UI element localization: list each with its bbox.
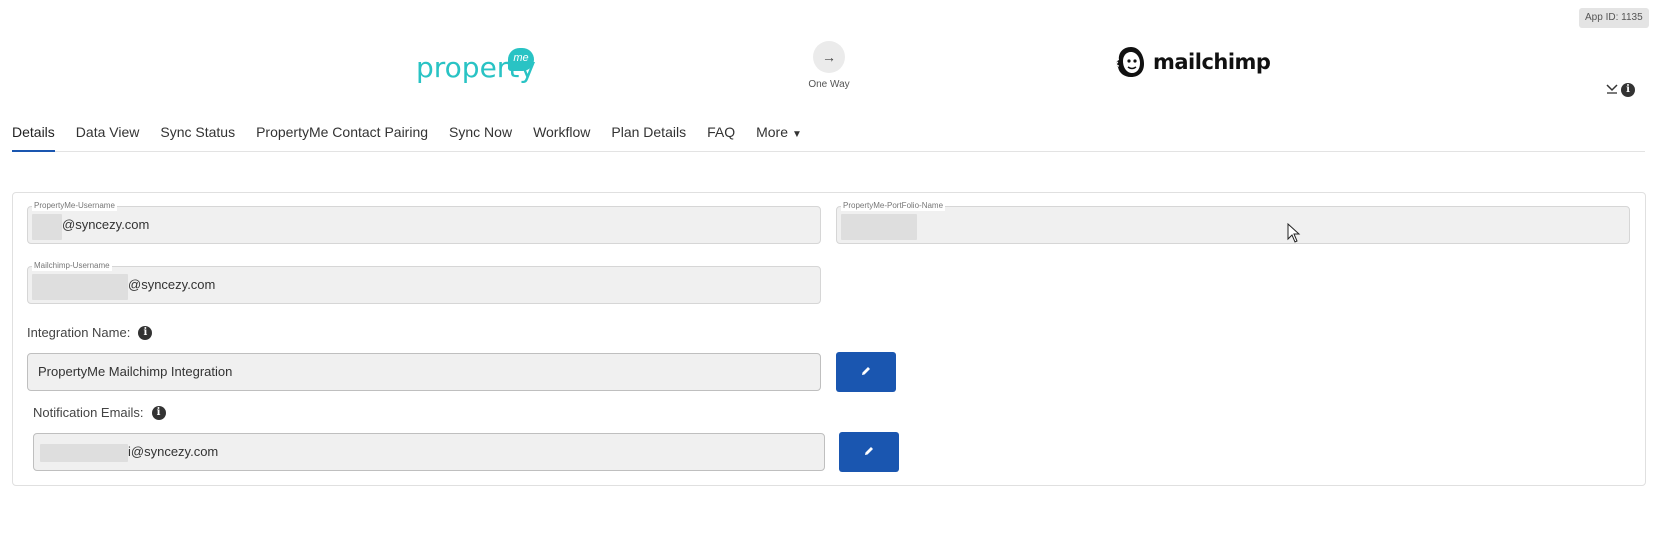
sync-direction: → One Way <box>808 41 850 90</box>
mailchimp-username-label: Mailchimp-Username <box>32 260 112 271</box>
tab-details[interactable]: Details <box>12 121 55 152</box>
pencil-icon <box>863 445 875 460</box>
mailchimp-username-field[interactable]: Mailchimp-Username @syncezy.com <box>27 260 821 304</box>
arrow-right-icon[interactable]: → <box>813 41 845 73</box>
caret-down-icon: ▼ <box>792 129 802 140</box>
propertyme-logo: property me <box>416 46 536 84</box>
notification-emails-label: Notification Emails: <box>33 405 144 420</box>
propertyme-portfolio-field[interactable]: PropertyMe-PortFolio-Name <box>836 200 1630 244</box>
propertyme-username-label: PropertyMe-Username <box>32 200 117 211</box>
info-icon[interactable]: i <box>138 325 153 340</box>
mailchimp-username-value: @syncezy.com <box>128 277 216 292</box>
tab-more[interactable]: More ▼ <box>756 121 802 152</box>
mailchimp-logo: mailchimp <box>1113 44 1271 80</box>
redacted-block <box>40 444 128 462</box>
tab-sync-now[interactable]: Sync Now <box>449 121 512 152</box>
propertyme-username-field[interactable]: PropertyMe-Username @syncezy.com <box>27 200 821 244</box>
notification-emails-input[interactable]: i@syncezy.com <box>33 433 825 471</box>
tab-faq[interactable]: FAQ <box>707 121 735 152</box>
propertyme-logo-badge: me <box>508 48 534 71</box>
tab-data-view[interactable]: Data View <box>76 121 140 152</box>
edit-notification-emails-button[interactable] <box>839 432 899 472</box>
app-id-badge: App ID: 1135 <box>1579 8 1649 28</box>
sync-direction-label: One Way <box>808 79 850 90</box>
tab-sync-status[interactable]: Sync Status <box>160 121 235 152</box>
chevron-down-icon[interactable] <box>1606 82 1618 97</box>
integration-name-label: Integration Name: <box>27 325 131 340</box>
propertyme-username-value: @syncezy.com <box>62 217 150 232</box>
notification-emails-value: i@syncezy.com <box>128 444 219 459</box>
tab-contact-pairing[interactable]: PropertyMe Contact Pairing <box>256 121 428 152</box>
tab-bar: Details Data View Sync Status PropertyMe… <box>12 121 1645 152</box>
redacted-block <box>32 274 128 300</box>
mouse-pointer-icon <box>1287 222 1301 243</box>
integration-name-heading: Integration Name: i <box>27 325 153 340</box>
tab-workflow[interactable]: Workflow <box>533 121 590 152</box>
info-icon[interactable]: i <box>1621 82 1635 97</box>
info-icon[interactable]: i <box>151 405 166 420</box>
tab-plan-details[interactable]: Plan Details <box>611 121 686 152</box>
notification-emails-heading: Notification Emails: i <box>33 405 166 420</box>
redacted-block <box>32 214 62 240</box>
tab-more-label: More <box>756 124 788 140</box>
pencil-icon <box>860 365 872 380</box>
edit-integration-name-button[interactable] <box>836 352 896 392</box>
integration-name-input[interactable]: PropertyMe Mailchimp Integration <box>27 353 821 391</box>
propertyme-portfolio-label: PropertyMe-PortFolio-Name <box>841 200 946 211</box>
mailchimp-logo-word: mailchimp <box>1153 50 1271 74</box>
corner-tools: i <box>1606 82 1635 97</box>
redacted-block <box>841 214 917 240</box>
mailchimp-freddie-icon <box>1116 47 1144 77</box>
details-card: PropertyMe-Username @syncezy.com Propert… <box>12 192 1646 486</box>
